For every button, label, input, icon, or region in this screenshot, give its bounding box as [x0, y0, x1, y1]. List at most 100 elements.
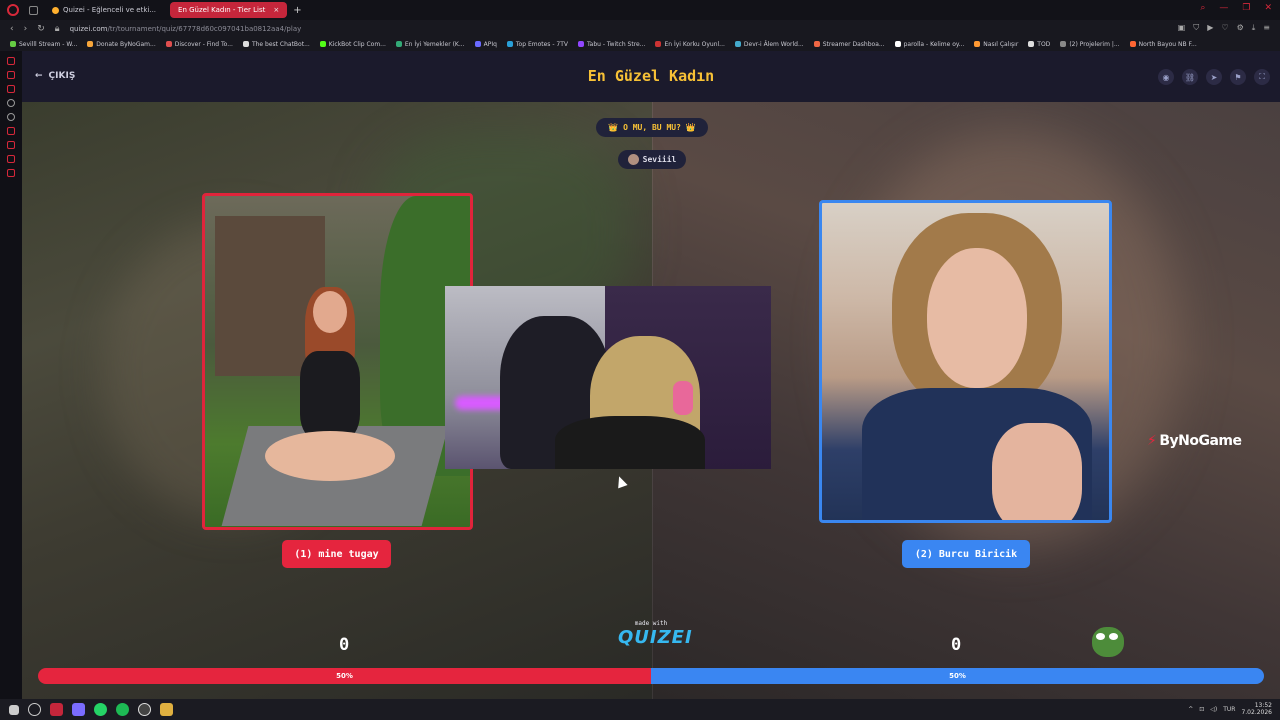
bookmark-favicon-icon: [319, 41, 326, 47]
volume-icon[interactable]: ◁): [1210, 706, 1217, 713]
tab-label: En Güzel Kadın - Tier List: [178, 6, 266, 14]
eye-icon[interactable]: ◉: [1158, 69, 1174, 85]
sidebar-music-icon[interactable]: [7, 127, 15, 135]
bookmark-item[interactable]: Streamer Dashboa...: [813, 40, 885, 48]
new-tab-icon[interactable]: +: [293, 5, 301, 16]
bookmark-item[interactable]: KickBot Clip Com...: [319, 41, 386, 48]
lang-indicator[interactable]: TUR: [1223, 706, 1235, 713]
tab-en-guzel-kadin[interactable]: En Güzel Kadın - Tier List ×: [170, 2, 288, 18]
bookmark-favicon-icon: [395, 41, 402, 47]
bookmark-item[interactable]: parolla - Kelime oy...: [894, 41, 964, 48]
download-icon[interactable]: ⤓: [1252, 23, 1256, 33]
flag-icon[interactable]: ⚑: [1230, 69, 1246, 85]
score-right: 0: [951, 635, 962, 655]
lock-icon: 🔒︎: [54, 23, 60, 34]
sidebar-twitch-icon[interactable]: [7, 99, 15, 107]
choice-button-left[interactable]: (1) mine tugay: [282, 540, 391, 568]
photo-legs: [265, 431, 395, 481]
browser-sidebar: [0, 51, 22, 699]
choice-card-left[interactable]: [202, 193, 473, 530]
tab-quizei[interactable]: Quizei - Eğlenceli ve etki...: [44, 2, 164, 18]
whatsapp-icon[interactable]: [94, 703, 107, 716]
bookmark-item[interactable]: North Bayou NB F...: [1129, 41, 1197, 48]
sidebar-x-icon[interactable]: [7, 113, 15, 121]
bookmark-item[interactable]: Nasıl Çalışır: [974, 41, 1018, 48]
snapshot-icon[interactable]: ▣: [1178, 23, 1186, 33]
bookmark-favicon-icon: [474, 41, 481, 47]
sidebar-messenger-icon[interactable]: [7, 71, 15, 79]
heart-icon[interactable]: ♡: [1221, 23, 1228, 33]
bookmark-label: (2) Projelerim |...: [1069, 40, 1120, 48]
streamer-body: [555, 416, 705, 469]
windows-start-icon[interactable]: [9, 704, 19, 715]
sidebar-clock-icon[interactable]: [7, 155, 15, 163]
webcam-overlay: [445, 286, 771, 469]
bookmark-item[interactable]: Donate ByNoGam...: [87, 41, 156, 48]
network-icon[interactable]: ⊡: [1199, 706, 1204, 713]
sidebar-history-icon[interactable]: [7, 141, 15, 149]
search-icon[interactable]: [28, 703, 41, 716]
minimize-icon[interactable]: —: [1219, 3, 1228, 13]
fullscreen-icon[interactable]: ⛶: [1254, 69, 1270, 85]
photo-face: [927, 248, 1027, 388]
extensions-icon[interactable]: ⚙: [1237, 23, 1244, 33]
bookmark-label: Discover - Find To...: [174, 40, 233, 48]
clock[interactable]: 13:52 7.02.2026: [1241, 702, 1272, 716]
bookmark-item[interactable]: En İyi Korku Oyunl...: [655, 41, 725, 48]
bookmark-item[interactable]: Sevilll Stream - W...: [10, 41, 77, 48]
choice-button-right[interactable]: (2) Burcu Biricik: [902, 540, 1030, 568]
bookmark-favicon-icon: [506, 41, 513, 47]
spotify-icon[interactable]: [116, 703, 129, 716]
made-with-label: made with: [634, 620, 668, 627]
shield-icon[interactable]: ⛉: [1193, 23, 1199, 33]
opera-taskbar-icon[interactable]: [50, 703, 63, 716]
bookmark-item[interactable]: APIq: [474, 41, 497, 48]
bookmark-item[interactable]: The best ChatBot...: [242, 41, 310, 48]
bookmark-label: Streamer Dashboa...: [822, 40, 885, 48]
bookmark-favicon-icon: [894, 41, 901, 47]
watermark-label: ByNoGame: [1159, 433, 1242, 449]
photo-person: [862, 213, 1092, 520]
bookmark-item[interactable]: Tabu - Twitch Stre...: [577, 41, 645, 48]
search-tabs-icon[interactable]: ⌕: [1200, 3, 1205, 13]
link-icon[interactable]: ⛓: [1182, 69, 1198, 85]
bookmark-item[interactable]: (2) Projelerim |...: [1060, 40, 1120, 48]
bookmark-label: Sevilll Stream - W...: [19, 40, 78, 48]
photo-face: [313, 291, 347, 333]
sidebar-aria-icon[interactable]: [7, 57, 15, 65]
opera-logo-icon[interactable]: [7, 4, 19, 16]
share-icon[interactable]: ➤: [1206, 69, 1222, 85]
close-tab-icon[interactable]: ×: [273, 6, 279, 14]
url-field[interactable]: quizei.com/tr/tournament/quiz/67778d60c0…: [70, 25, 302, 33]
header-tools: ◉ ⛓ ➤ ⚑ ⛶: [1158, 69, 1270, 85]
avatar: [627, 154, 639, 165]
bookmark-item[interactable]: Top Emotes - 7TV: [506, 41, 568, 48]
bookmark-item[interactable]: Devr-i Âlem World...: [734, 41, 804, 48]
choice-card-right[interactable]: [819, 200, 1112, 523]
bookmark-item[interactable]: Discover - Find To...: [165, 40, 233, 48]
bookmark-item[interactable]: En İyi Yemekler (K...: [395, 41, 465, 48]
app-header: ← ÇIKIŞ En Güzel Kadın ◉ ⛓ ➤ ⚑ ⛶: [22, 51, 1280, 102]
sidebar-instagram-icon[interactable]: [7, 85, 15, 93]
obs-icon[interactable]: [138, 703, 151, 716]
reload-icon[interactable]: ↻: [37, 24, 45, 34]
forward-icon[interactable]: ›: [24, 24, 28, 34]
back-icon[interactable]: ‹: [10, 24, 14, 34]
bookmark-favicon-icon: [734, 41, 741, 47]
sidebar-settings-icon[interactable]: [7, 169, 15, 177]
bookmark-favicon-icon: [10, 41, 16, 47]
close-window-icon[interactable]: ✕: [1264, 3, 1272, 13]
vote-percent-right: 50%: [949, 672, 966, 680]
play-icon[interactable]: ▶: [1207, 23, 1213, 33]
maximize-icon[interactable]: ❐: [1242, 3, 1250, 13]
bookmark-item[interactable]: TOD: [1028, 41, 1050, 48]
chevron-up-icon[interactable]: ^: [1188, 706, 1193, 713]
made-with-logo[interactable]: made with QUIZEI: [618, 620, 692, 648]
tab-overview-icon[interactable]: [29, 5, 38, 15]
bookmark-favicon-icon: [655, 41, 662, 47]
bookmark-favicon-icon: [242, 41, 249, 47]
score-left: 0: [339, 635, 350, 655]
menu-icon[interactable]: ≡: [1263, 23, 1270, 33]
discord-icon[interactable]: [72, 703, 85, 716]
file-explorer-icon[interactable]: [160, 703, 173, 716]
